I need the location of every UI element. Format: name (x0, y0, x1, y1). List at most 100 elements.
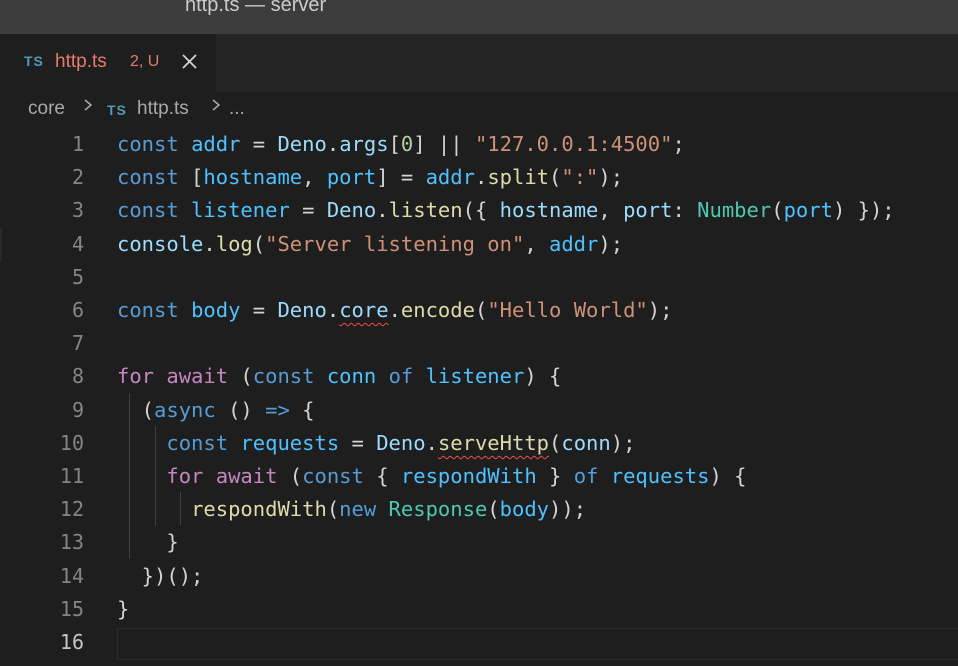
breadcrumb-folder-core[interactable]: core (28, 98, 65, 120)
code-line[interactable]: } (117, 593, 129, 626)
code-token: ( (549, 165, 562, 190)
code-line[interactable]: } (117, 526, 179, 559)
code-token: listener (425, 364, 525, 389)
code-token: ( (474, 298, 488, 322)
code-token: ({ (462, 198, 500, 223)
code-token: ) { (524, 364, 562, 389)
window-title: http.ts — server (185, 0, 327, 16)
code-token: . (474, 165, 488, 190)
chevron-right-icon (210, 97, 222, 113)
tab-http-ts[interactable]: TS http.ts 2, U (0, 34, 217, 92)
code-token: const (117, 132, 179, 156)
code-token: ( (549, 430, 562, 455)
code-token: , (598, 198, 624, 223)
code-token: const (302, 464, 364, 488)
code-token: { (289, 397, 315, 422)
code-token: } (117, 530, 179, 555)
code-token: addr (549, 231, 599, 256)
code-token: = (240, 132, 278, 156)
code-token: conn (326, 364, 377, 389)
code-token: body (191, 298, 241, 322)
code-editor[interactable]: 1 2 3 4 5 6 7 8 9 10 11 12 13 14 15 16 const addr = Deno… (0, 128, 958, 666)
code-token: ); (610, 430, 636, 455)
code-token: const (117, 165, 179, 190)
line-number: 12 (59, 497, 84, 522)
code-token: . (376, 198, 389, 223)
code-token: for (117, 364, 155, 389)
code-token: } (536, 464, 574, 488)
breadcrumb-file-http-ts[interactable]: http.ts (137, 98, 189, 120)
code-token: . (203, 231, 216, 256)
line-number: 14 (59, 563, 84, 588)
code-token: ( (228, 364, 253, 389)
code-token: [ (388, 132, 401, 156)
code-token: : (672, 198, 698, 223)
code-token: encode (400, 298, 475, 322)
code-token: ; (672, 132, 685, 156)
line-number: 15 (59, 596, 84, 621)
code-line[interactable]: for await (const { respondWith } of requ… (117, 460, 747, 493)
tab-label: http.ts (55, 51, 107, 72)
code-token: Deno (277, 132, 327, 156)
line-number: 6 (71, 298, 84, 322)
code-line[interactable]: })(); (117, 560, 204, 593)
code-token: ( (277, 464, 303, 488)
code-token: ( (771, 198, 784, 223)
code-token: requests (240, 430, 340, 455)
code-token: [ (178, 165, 204, 190)
code-token: "127.0.0.1:4500" (474, 132, 673, 156)
line-number: 13 (59, 530, 84, 555)
code-token: split (487, 165, 550, 190)
code-token: of (388, 364, 414, 389)
code-token: await (166, 364, 229, 389)
code-token: ); (598, 165, 624, 190)
line-number: 8 (71, 364, 84, 389)
code-line[interactable]: console.log("Server listening on", addr)… (117, 228, 623, 261)
code-token: conn (561, 430, 611, 455)
code-token: log (215, 231, 253, 256)
breadcrumb-symbols[interactable]: ... (229, 98, 245, 120)
code-token: ) { (709, 464, 747, 488)
code-token: = (339, 430, 377, 455)
code-token: { (363, 464, 401, 488)
chevron-right-icon (82, 97, 94, 113)
code-token: 0 (400, 132, 414, 156)
line-number: 11 (59, 464, 84, 488)
code-line[interactable]: (async () => { (117, 394, 315, 427)
code-token: ( (487, 497, 500, 522)
code-line[interactable]: respondWith(new Response(body)); (117, 493, 586, 526)
close-icon[interactable] (180, 50, 200, 72)
code-token: listen (388, 198, 463, 223)
code-token: "Server listening on" (265, 231, 525, 256)
code-token: respondWith (400, 464, 537, 488)
code-line[interactable]: const requests = Deno.serveHttp(conn); (117, 427, 635, 460)
code-line[interactable]: for await (const conn of listener) { (117, 360, 561, 393)
code-token: const (166, 430, 229, 455)
line-number: 10 (59, 430, 84, 455)
current-line-highlight (117, 628, 958, 660)
code-token: port (623, 198, 673, 223)
code-token: )); (549, 497, 587, 522)
error-token: core (339, 298, 389, 322)
code-token: listener (191, 198, 290, 223)
code-token: . (425, 430, 438, 455)
code-line[interactable]: const listener = Deno.listen({ hostname,… (117, 194, 895, 227)
code-token: ":" (561, 165, 599, 190)
error-token: serveHttp (437, 430, 550, 455)
typescript-file-icon: TS (24, 53, 44, 69)
code-token: Deno (277, 298, 327, 322)
code-line[interactable]: const body = Deno.core.encode("Hello Wor… (117, 294, 672, 327)
code-line[interactable]: const [hostname, port] = addr.split(":")… (117, 161, 623, 194)
code-token: ); (647, 298, 673, 322)
code-line[interactable]: const addr = Deno.args[0] || "127.0.0.1:… (117, 128, 685, 161)
code-token: , (302, 165, 327, 190)
code-token: console (117, 231, 204, 256)
